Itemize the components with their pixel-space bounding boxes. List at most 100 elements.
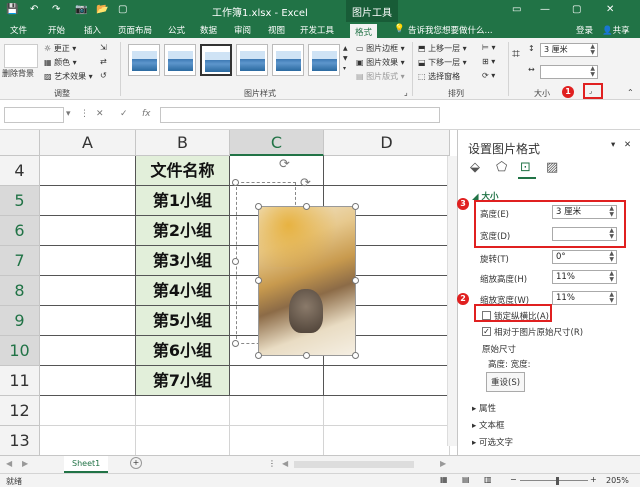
formula-input[interactable]	[160, 107, 440, 123]
artistic-effects-button[interactable]: ▨ 艺术效果 ▾	[44, 71, 93, 82]
tab-page-layout[interactable]: 页面布局	[118, 24, 152, 36]
resize-handle[interactable]	[352, 352, 359, 359]
compress-icon[interactable]: ⇲	[100, 43, 107, 52]
remove-background-button[interactable]: 删除背景	[2, 68, 34, 79]
cell-b5[interactable]: 第1小组	[136, 186, 230, 216]
resize-handle[interactable]	[255, 203, 262, 210]
cell-b6[interactable]: 第2小组	[136, 216, 230, 246]
spinner-arrows[interactable]: ▲ ▼	[609, 271, 614, 283]
ribbon-width-input[interactable]: ▲ ▼	[540, 65, 598, 79]
row-header-13[interactable]: 13	[0, 426, 40, 455]
spinner-arrows[interactable]: ▲ ▼	[609, 251, 614, 263]
zoom-slider-thumb[interactable]	[556, 477, 559, 485]
reset-button[interactable]: 重设(S)	[486, 372, 526, 392]
page-layout-view-icon[interactable]: ▤	[462, 475, 470, 484]
rotate-handle-icon[interactable]: ⟳	[300, 176, 311, 191]
cell-b11[interactable]: 第7小组	[136, 366, 230, 396]
ribbon-height-input[interactable]: 3 厘米 ▲ ▼	[540, 43, 598, 57]
relative-size-checkbox[interactable]: ✓	[482, 327, 491, 336]
row-header-8[interactable]: 8	[0, 276, 40, 306]
column-header-d[interactable]: D	[324, 130, 450, 156]
picture-style-2[interactable]	[164, 44, 196, 76]
zoom-slider[interactable]	[520, 480, 588, 481]
picture-style-6[interactable]	[308, 44, 340, 76]
insert-function-button[interactable]: fx	[142, 109, 151, 119]
send-backward-button[interactable]: ⬓ 下移一层 ▾	[418, 57, 467, 68]
picture-style-5[interactable]	[272, 44, 304, 76]
selection-pane-button[interactable]: ⬚ 选择窗格	[418, 71, 460, 82]
resize-handle[interactable]	[255, 277, 262, 284]
minimize-icon[interactable]: —	[540, 4, 550, 15]
group-icon[interactable]: ⊞ ▾	[482, 57, 495, 66]
cell[interactable]	[136, 426, 230, 455]
scale-width-input[interactable]: 11% ▲ ▼	[552, 291, 617, 305]
column-header-a[interactable]: A	[40, 130, 136, 156]
prev-sheet-icon[interactable]: ◀	[6, 459, 12, 468]
save-icon[interactable]: 💾	[6, 4, 18, 15]
bring-forward-button[interactable]: ⬒ 上移一层 ▾	[418, 43, 467, 54]
crop-icon[interactable]: ⌗	[512, 46, 520, 62]
row-header-12[interactable]: 12	[0, 396, 40, 426]
row-header-10[interactable]: 10	[0, 336, 40, 366]
color-button[interactable]: ▦ 颜色 ▾	[44, 57, 77, 68]
cell[interactable]	[40, 306, 136, 336]
tab-format[interactable]: 格式	[350, 22, 378, 38]
cell[interactable]	[230, 426, 324, 455]
camera-icon[interactable]: 📷	[75, 4, 87, 15]
properties-section[interactable]: ▸ 属性	[472, 402, 496, 414]
cat-picture[interactable]	[258, 206, 356, 356]
cell[interactable]	[40, 426, 136, 455]
close-icon[interactable]: ✕	[606, 4, 614, 15]
align-icon[interactable]: ⊨ ▾	[482, 43, 496, 52]
tell-me-box[interactable]: 告诉我您想要做什么...	[408, 24, 493, 36]
alt-text-section[interactable]: ▸ 可选文字	[472, 436, 513, 448]
cell-b9[interactable]: 第5小组	[136, 306, 230, 336]
cell-b8[interactable]: 第4小组	[136, 276, 230, 306]
cell-b7[interactable]: 第3小组	[136, 246, 230, 276]
resize-handle[interactable]	[232, 258, 239, 265]
zoom-level[interactable]: 205%	[606, 476, 629, 485]
cell[interactable]	[136, 396, 230, 426]
tab-review[interactable]: 审阅	[234, 24, 251, 36]
cancel-icon[interactable]: ✕	[96, 109, 104, 119]
styles-dialog-launcher[interactable]: ⌟	[404, 88, 408, 97]
spinner-arrows[interactable]: ▲ ▼	[590, 44, 595, 56]
row-header-7[interactable]: 7	[0, 246, 40, 276]
rotate-handle-icon[interactable]: ⟳	[279, 157, 290, 172]
hscroll-right-icon[interactable]: ▶	[440, 459, 446, 468]
cell[interactable]	[230, 396, 324, 426]
cell[interactable]	[230, 366, 324, 396]
row-header-9[interactable]: 9	[0, 306, 40, 336]
sheet-tab-sheet1[interactable]: Sheet1	[64, 456, 109, 473]
cell[interactable]	[40, 366, 136, 396]
tab-data[interactable]: 数据	[200, 24, 217, 36]
cell[interactable]	[40, 186, 136, 216]
column-header-c[interactable]: C	[230, 130, 324, 156]
horizontal-scrollbar[interactable]	[294, 461, 414, 468]
cell[interactable]	[40, 396, 136, 426]
cell[interactable]	[40, 276, 136, 306]
next-sheet-icon[interactable]: ▶	[22, 459, 28, 468]
column-header-b[interactable]: B	[136, 130, 230, 156]
cell[interactable]	[40, 216, 136, 246]
cell-b10[interactable]: 第6小组	[136, 336, 230, 366]
page-break-view-icon[interactable]: ▥	[484, 475, 492, 484]
rotation-input[interactable]: 0° ▲ ▼	[552, 250, 617, 264]
spinner-arrows[interactable]: ▲ ▼	[609, 292, 614, 304]
tab-insert[interactable]: 插入	[84, 24, 101, 36]
rotate-icon[interactable]: ⟳ ▾	[482, 71, 495, 80]
change-picture-icon[interactable]: ⇄	[100, 57, 107, 66]
normal-view-icon[interactable]: ▦	[440, 475, 448, 484]
cell[interactable]	[40, 246, 136, 276]
collapse-ribbon-icon[interactable]: ⌃	[627, 88, 634, 97]
picture-style-1[interactable]	[128, 44, 160, 76]
cell-b4[interactable]: 文件名称	[136, 156, 230, 186]
pane-options-icon[interactable]: ▾	[611, 140, 615, 150]
resize-handle[interactable]	[303, 352, 310, 359]
size-properties-icon[interactable]: ⊡	[520, 160, 531, 175]
tab-home[interactable]: 开始	[48, 24, 65, 36]
redo-icon[interactable]: ↷	[52, 4, 60, 15]
undo-icon[interactable]: ↶	[30, 4, 38, 15]
cell[interactable]	[40, 156, 136, 186]
reset-picture-icon[interactable]: ↺	[100, 71, 107, 80]
